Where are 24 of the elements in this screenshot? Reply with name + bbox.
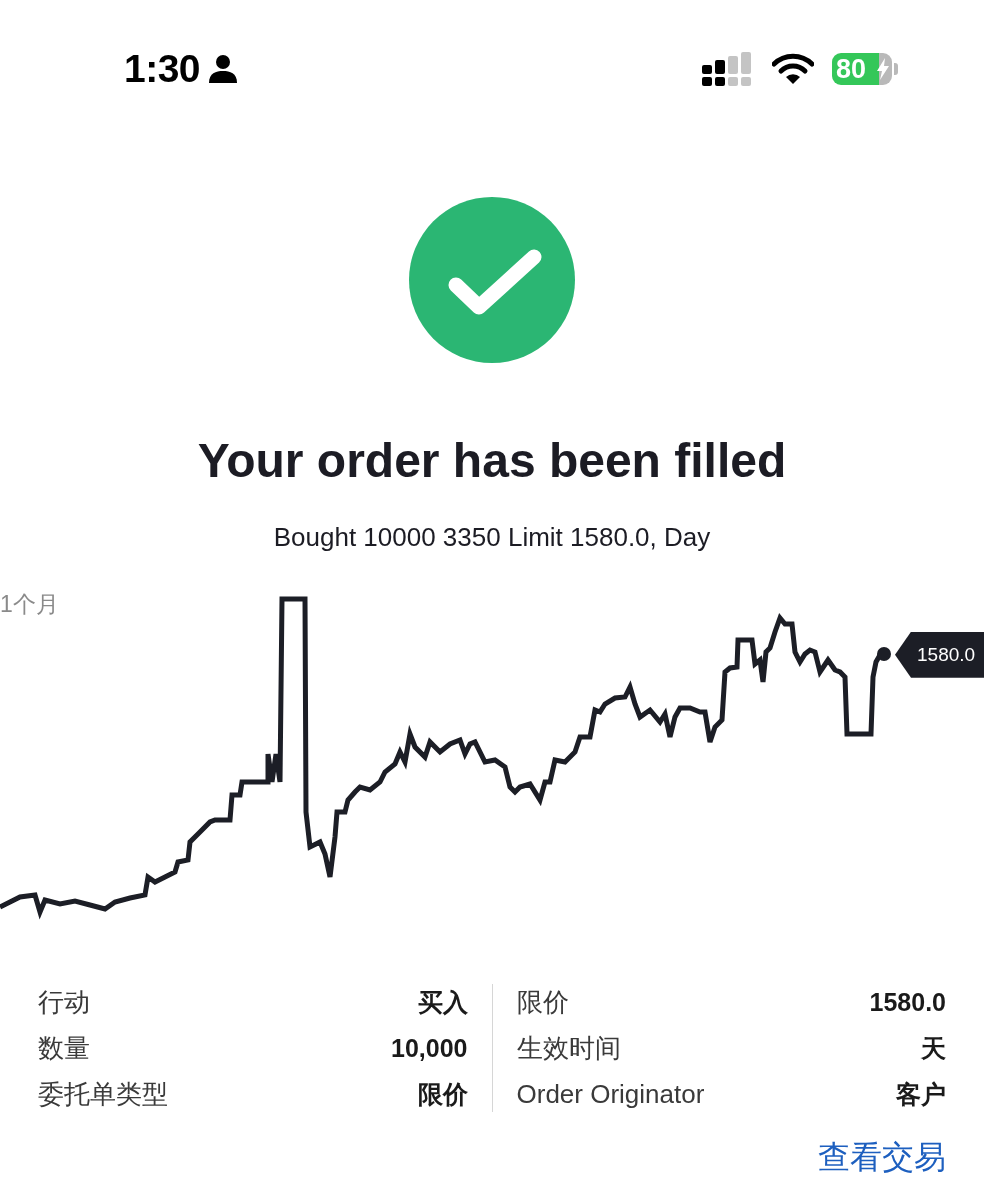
detail-value: 限价 xyxy=(417,1078,468,1110)
view-trades-link[interactable]: 查看交易 xyxy=(818,1135,946,1180)
range-label: 1个月 xyxy=(0,589,59,619)
detail-value: 天 xyxy=(921,1032,946,1064)
detail-label: 数量 xyxy=(38,1031,91,1065)
detail-label: 行动 xyxy=(38,985,91,1019)
person-icon xyxy=(208,54,239,84)
order-summary: Bought 10000 3350 Limit 1580.0, Day xyxy=(272,521,712,553)
wifi-icon xyxy=(772,53,814,85)
detail-label: 生效时间 xyxy=(516,1031,622,1065)
endpoint-dot-icon xyxy=(877,646,891,661)
detail-value: 1580.0 xyxy=(869,986,946,1018)
status-time: 1:30 xyxy=(124,47,201,91)
detail-label: 限价 xyxy=(516,985,570,1019)
detail-value: 客户 xyxy=(896,1078,946,1110)
detail-label: 委托单类型 xyxy=(38,1077,169,1111)
battery-percent: 80 xyxy=(836,55,867,83)
check-circle-icon xyxy=(409,197,575,363)
detail-value: 买入 xyxy=(417,986,468,1018)
detail-value: 10,000 xyxy=(391,1032,468,1064)
price-tag: 1580.0 xyxy=(895,631,984,678)
signal-icon xyxy=(702,52,752,86)
detail-label: Order Originator xyxy=(516,1077,706,1111)
confirmation-title: Your order has been filled xyxy=(196,433,788,489)
